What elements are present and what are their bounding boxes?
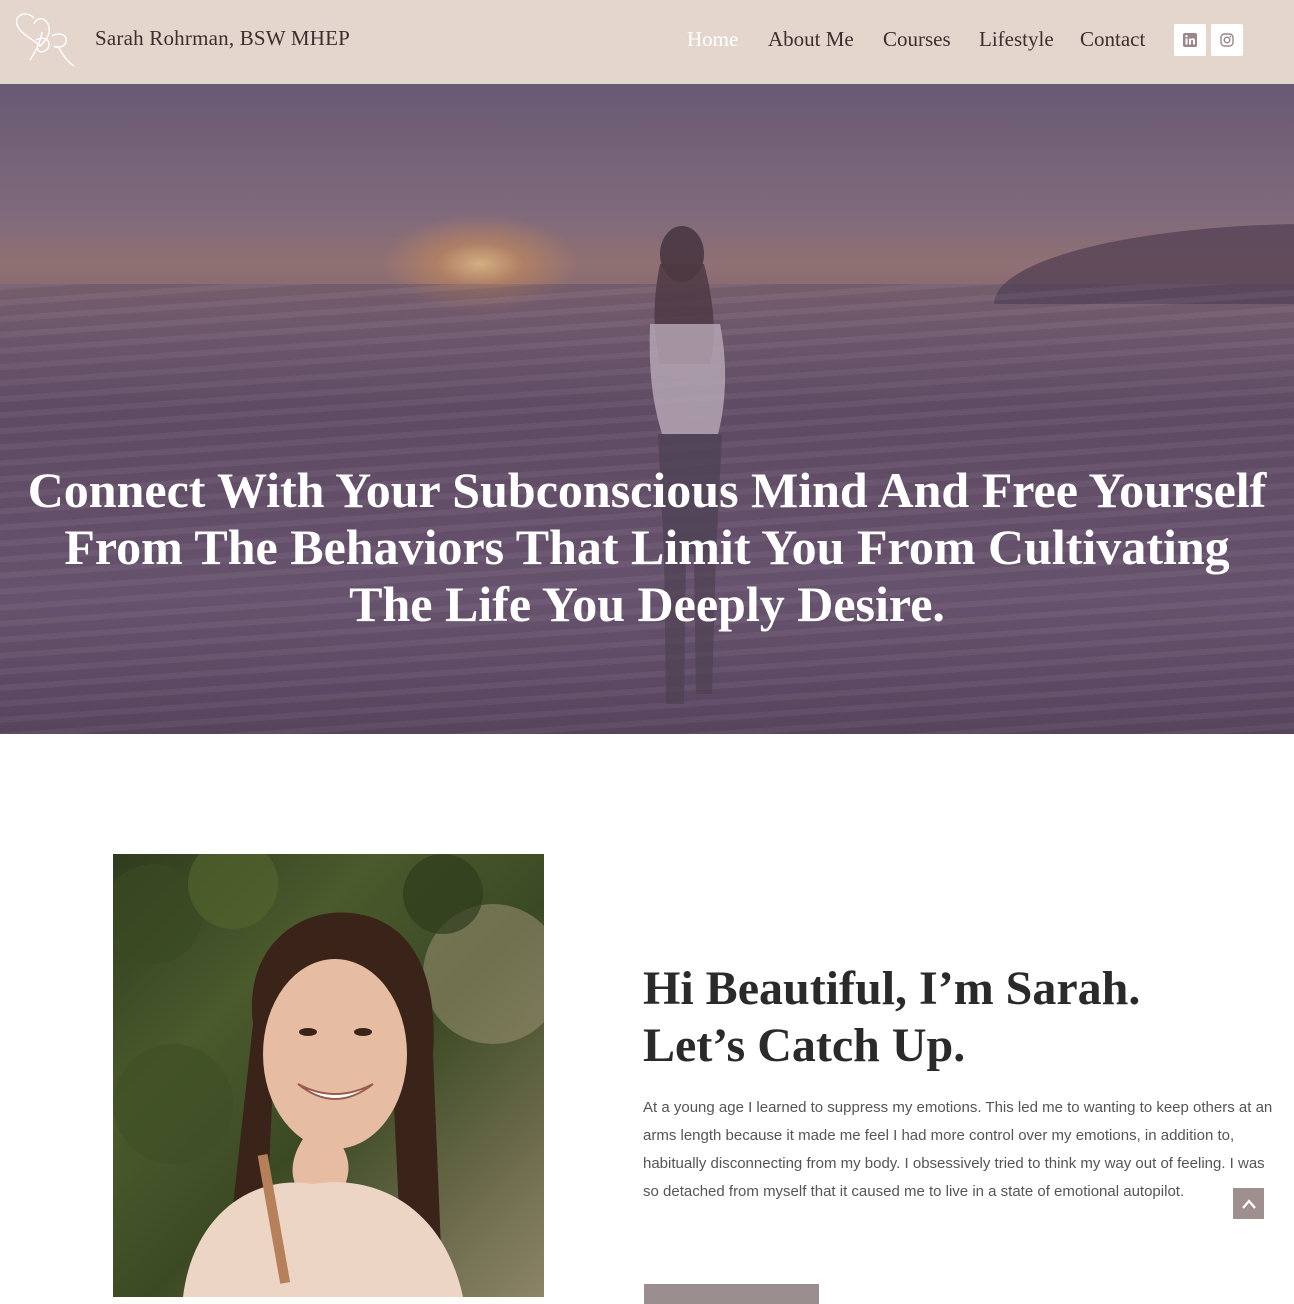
site-header: Sarah Rohrman, BSW MHEP Home About Me Co…: [0, 0, 1294, 84]
about-heading-line1: Hi Beautiful, I’m Sarah.: [643, 962, 1141, 1015]
nav-item-home[interactable]: Home: [687, 27, 738, 52]
linkedin-icon: [1183, 33, 1197, 47]
instagram-icon: [1220, 33, 1234, 47]
about-heading-line2: Let’s Catch Up.: [643, 1019, 966, 1072]
nav-item-lifestyle[interactable]: Lifestyle: [979, 27, 1054, 52]
sr-monogram-logo-icon[interactable]: [12, 10, 78, 70]
read-more-button[interactable]: [644, 1284, 819, 1304]
hero-title: Connect With Your Subconscious Mind And …: [27, 462, 1267, 632]
about-body-text: At a young age I learned to suppress my …: [643, 1099, 1273, 1200]
sarah-portrait-image: [113, 854, 544, 1297]
nav-item-courses[interactable]: Courses: [883, 27, 951, 52]
linkedin-link[interactable]: [1174, 24, 1206, 56]
chevron-up-icon: [1241, 1198, 1256, 1209]
portrait-illustration: [113, 854, 544, 1297]
hero-overlay: [0, 84, 1294, 734]
nav-item-contact[interactable]: Contact: [1080, 27, 1145, 52]
nav-item-about-me[interactable]: About Me: [768, 27, 854, 52]
about-heading: Hi Beautiful, I’m Sarah. Let’s Catch Up.: [643, 960, 1263, 1074]
hero-banner: Connect With Your Subconscious Mind And …: [0, 84, 1294, 734]
site-title[interactable]: Sarah Rohrman, BSW MHEP: [95, 26, 350, 51]
scroll-to-top-button[interactable]: [1233, 1188, 1264, 1219]
instagram-link[interactable]: [1211, 24, 1243, 56]
